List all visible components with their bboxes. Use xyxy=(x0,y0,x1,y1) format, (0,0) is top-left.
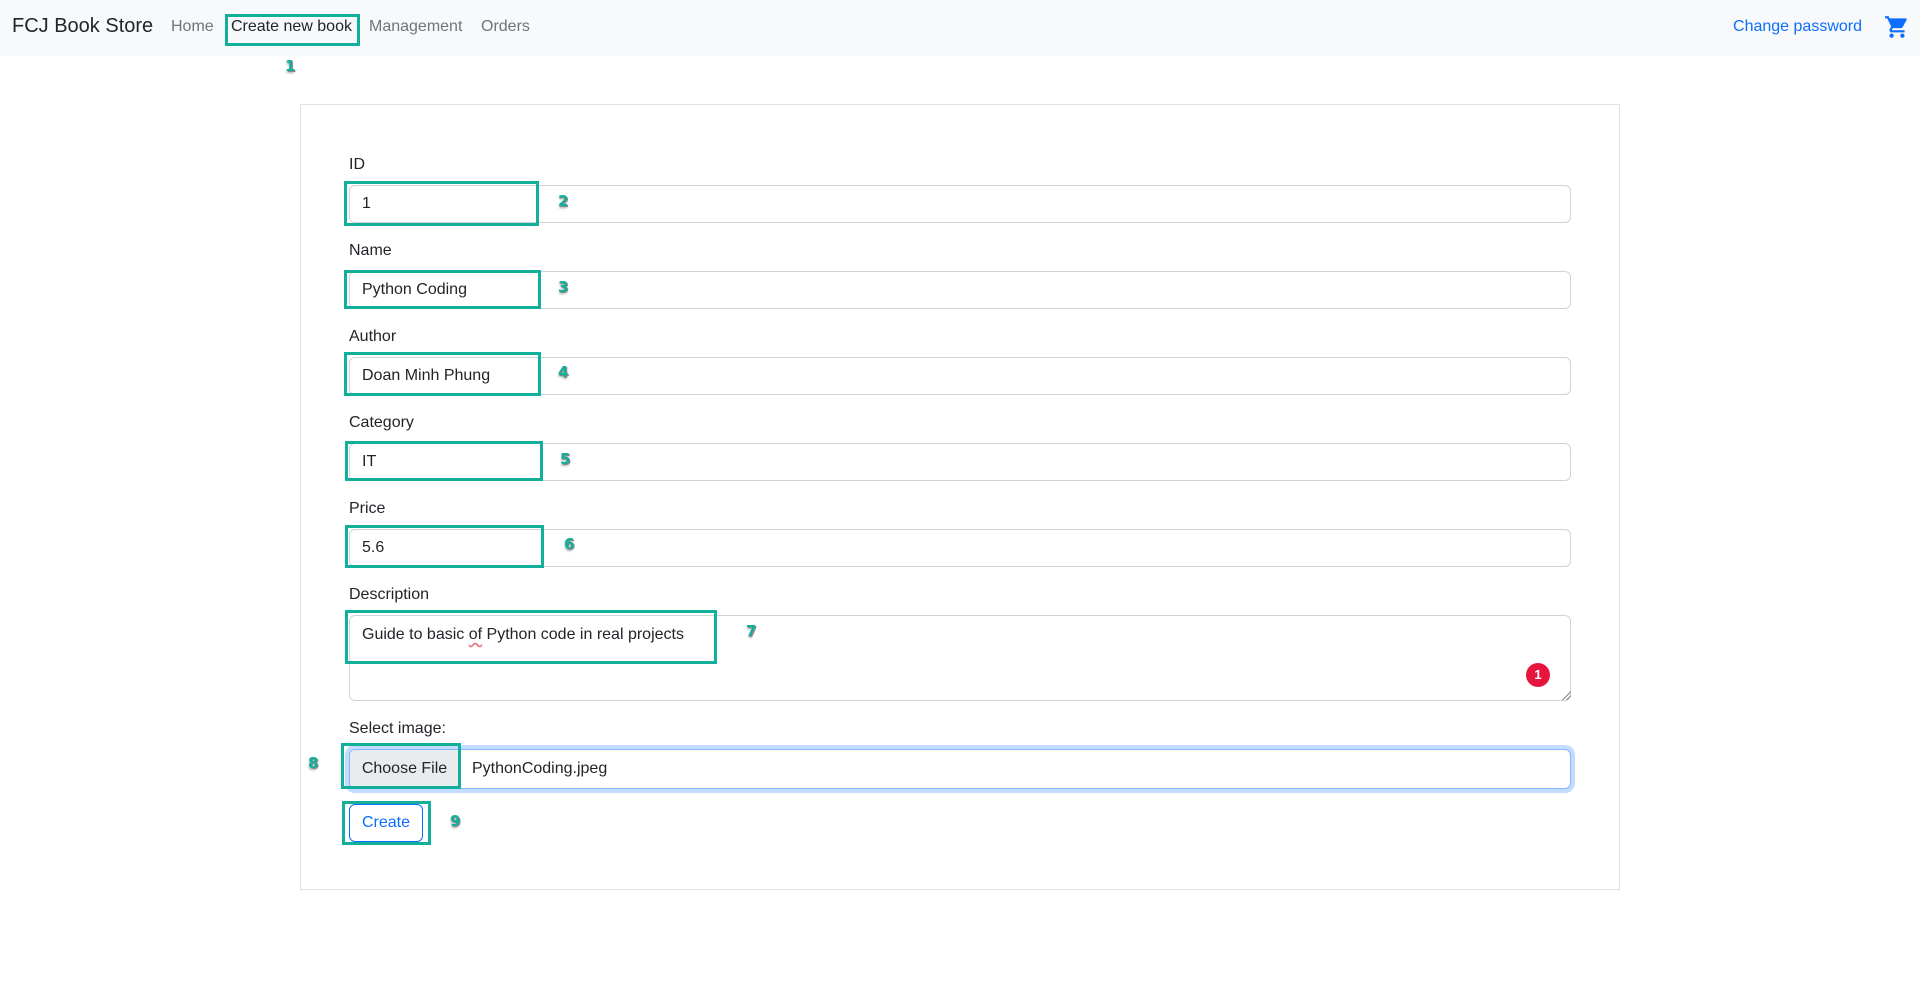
author-input[interactable]: Doan Minh Phung xyxy=(349,357,1571,395)
nav-management[interactable]: Management xyxy=(369,18,462,36)
resize-handle-icon[interactable] xyxy=(1561,690,1571,700)
annotation-number-5: 5 xyxy=(560,450,571,468)
annotation-number-4: 4 xyxy=(558,363,569,381)
grammar-check-badge[interactable]: 1 xyxy=(1526,663,1550,687)
change-password-link[interactable]: Change password xyxy=(1733,18,1862,36)
description-textarea[interactable]: Guide to basic of Python code in real pr… xyxy=(349,615,1571,701)
id-input[interactable]: 1 xyxy=(349,185,1571,223)
selected-file-name: PythonCoding.jpeg xyxy=(472,760,608,777)
shopping-cart-icon[interactable] xyxy=(1884,14,1910,40)
price-label: Price xyxy=(349,500,386,517)
name-label: Name xyxy=(349,242,392,259)
select-image-label: Select image: xyxy=(349,720,446,737)
description-text-2: Python code in real projects xyxy=(482,626,684,643)
description-label: Description xyxy=(349,586,430,603)
name-input[interactable]: Python Coding xyxy=(349,271,1571,309)
price-input[interactable]: 5.6 xyxy=(349,529,1571,567)
annotation-number-9: 9 xyxy=(450,812,461,830)
brand-link[interactable]: FCJ Book Store xyxy=(12,15,153,38)
annotation-number-3: 3 xyxy=(558,278,569,296)
description-text-1: Guide to basic xyxy=(362,626,469,643)
annotation-number-8: 8 xyxy=(308,754,319,772)
navbar: FCJ Book Store Home Create new book Mana… xyxy=(0,0,1920,56)
annotation-number-2: 2 xyxy=(558,192,569,210)
nav-create-new-book[interactable]: Create new book xyxy=(231,18,352,36)
id-label: ID xyxy=(349,156,365,173)
create-button[interactable]: Create xyxy=(349,804,423,842)
annotation-number-1: 1 xyxy=(285,57,296,75)
category-label: Category xyxy=(349,414,414,431)
nav-orders[interactable]: Orders xyxy=(481,18,530,36)
choose-file-button[interactable]: Choose File xyxy=(350,750,460,788)
misspelled-word[interactable]: of xyxy=(469,626,482,643)
category-input[interactable]: IT xyxy=(349,443,1571,481)
annotation-number-7: 7 xyxy=(746,622,757,640)
annotation-number-6: 6 xyxy=(564,535,575,553)
image-file-input[interactable]: Choose File PythonCoding.jpeg xyxy=(349,749,1571,789)
nav-home[interactable]: Home xyxy=(171,18,214,36)
author-label: Author xyxy=(349,328,397,345)
